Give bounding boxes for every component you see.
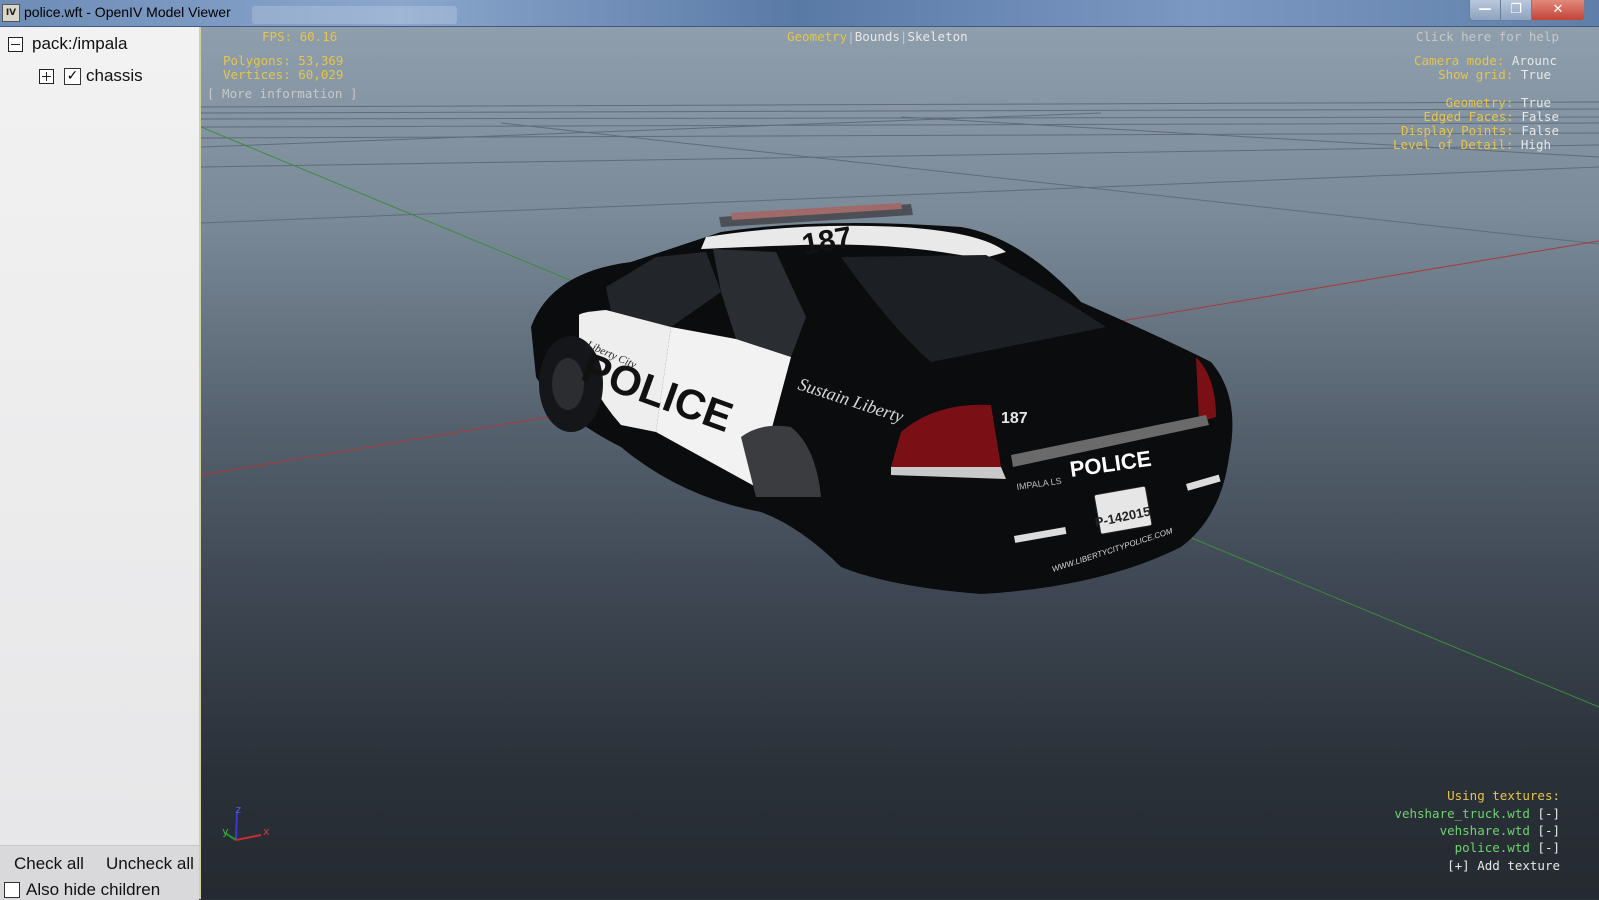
window-title: police.wft - OpenIV Model Viewer xyxy=(24,4,231,20)
openiv-app-icon[interactable]: IV xyxy=(2,4,20,22)
add-texture-button[interactable]: [+] Add texture xyxy=(1447,859,1560,873)
minimize-button[interactable]: — xyxy=(1469,0,1501,21)
tree-root-label[interactable]: pack:/impala xyxy=(32,34,127,54)
also-hide-children-checkbox[interactable] xyxy=(4,882,20,898)
texture-item[interactable]: police.wtd [-] xyxy=(1455,841,1560,855)
fps-counter: FPS: 60.16 xyxy=(262,29,338,44)
view-mode-tabs: Geometry|Bounds|Skeleton xyxy=(787,30,968,44)
level-of-detail-label: Level of Detail: xyxy=(1392,137,1514,152)
show-grid-value[interactable]: True xyxy=(1521,67,1551,82)
tree-node-chassis[interactable]: ✓ chassis xyxy=(39,66,143,86)
edged-faces-label: Edged Faces: xyxy=(1423,109,1514,124)
background-window-tab xyxy=(252,6,457,24)
textures-heading: Using textures: xyxy=(1447,788,1560,803)
model-tree-panel: pack:/impala ✓ chassis Check all Uncheck… xyxy=(0,27,201,900)
tree-actions: Check all Uncheck all Also hide children xyxy=(0,845,199,900)
texture-name[interactable]: vehshare.wtd xyxy=(1440,823,1530,838)
also-hide-children-option[interactable]: Also hide children xyxy=(4,880,160,900)
remove-texture-button[interactable]: [-] xyxy=(1537,806,1560,821)
chassis-checkbox[interactable]: ✓ xyxy=(64,67,81,85)
minimize-icon: — xyxy=(1478,2,1492,17)
camera-mode-value[interactable]: Arounc xyxy=(1512,53,1557,68)
level-of-detail-setting[interactable]: Level of Detail: High xyxy=(1393,138,1551,152)
tree-node-root[interactable]: pack:/impala xyxy=(8,34,127,54)
display-points-label: Display Points: xyxy=(1400,123,1514,138)
axis-gizmo: z y x xyxy=(222,803,270,841)
uncheck-all-button[interactable]: Uncheck all xyxy=(106,854,194,874)
tab-geometry[interactable]: Geometry xyxy=(787,29,847,44)
help-link[interactable]: Click here for help xyxy=(1416,30,1559,44)
texture-item[interactable]: vehshare_truck.wtd [-] xyxy=(1394,807,1560,821)
axis-z-label: z xyxy=(235,803,242,816)
tab-skeleton[interactable]: Skeleton xyxy=(907,29,967,44)
trunk-number: 187 xyxy=(1001,410,1028,427)
vertices-count: Vertices: 60,029 xyxy=(223,67,344,82)
remove-texture-button[interactable]: [-] xyxy=(1537,823,1560,838)
close-button[interactable]: ✕ xyxy=(1531,0,1585,21)
3d-viewport[interactable]: 187 Liberty City POLICE Sustain Liberty … xyxy=(201,27,1599,899)
display-points-setting[interactable]: Display Points: False xyxy=(1401,124,1559,138)
geometry-value[interactable]: True xyxy=(1521,95,1551,110)
tab-bounds[interactable]: Bounds xyxy=(855,29,900,44)
show-grid-label: Show grid: xyxy=(1438,67,1514,82)
level-of-detail-value[interactable]: High xyxy=(1521,137,1551,152)
ground-grid xyxy=(201,101,1599,245)
texture-name[interactable]: police.wtd xyxy=(1455,840,1530,855)
geometry-setting[interactable]: Geometry: True xyxy=(1446,96,1551,110)
close-icon: ✕ xyxy=(1552,2,1564,17)
show-grid-setting[interactable]: Show grid: True xyxy=(1438,68,1551,82)
police-car-model[interactable]: 187 Liberty City POLICE Sustain Liberty … xyxy=(531,203,1233,594)
tab-separator: | xyxy=(847,29,855,44)
edged-faces-setting[interactable]: Edged Faces: False xyxy=(1424,110,1559,124)
scene-canvas[interactable]: 187 Liberty City POLICE Sustain Liberty … xyxy=(201,27,1599,899)
tree-chassis-label[interactable]: chassis xyxy=(86,66,143,86)
more-information-link[interactable]: [ More information ] xyxy=(207,87,358,101)
camera-mode-setting[interactable]: Camera mode: Arounc xyxy=(1414,54,1557,68)
texture-name[interactable]: vehshare_truck.wtd xyxy=(1394,806,1529,821)
axis-x-label: x xyxy=(263,825,270,838)
check-all-button[interactable]: Check all xyxy=(14,854,84,874)
collapse-icon[interactable] xyxy=(8,36,23,52)
texture-item[interactable]: vehshare.wtd [-] xyxy=(1440,824,1560,838)
geometry-label: Geometry: xyxy=(1445,95,1514,110)
expand-icon[interactable] xyxy=(39,68,54,84)
remove-texture-button[interactable]: [-] xyxy=(1537,840,1560,855)
edged-faces-value[interactable]: False xyxy=(1521,109,1559,124)
also-hide-children-label: Also hide children xyxy=(26,880,161,899)
polygons-count: Polygons: 53,369 xyxy=(223,53,344,68)
display-points-value[interactable]: False xyxy=(1521,123,1559,138)
title-bar: IV police.wft - OpenIV Model Viewer — ❐ … xyxy=(0,0,1599,27)
maximize-button[interactable]: ❐ xyxy=(1500,0,1532,21)
camera-mode-label: Camera mode: xyxy=(1414,53,1505,68)
axis-y-label: y xyxy=(222,825,229,838)
maximize-icon: ❐ xyxy=(1510,2,1522,17)
